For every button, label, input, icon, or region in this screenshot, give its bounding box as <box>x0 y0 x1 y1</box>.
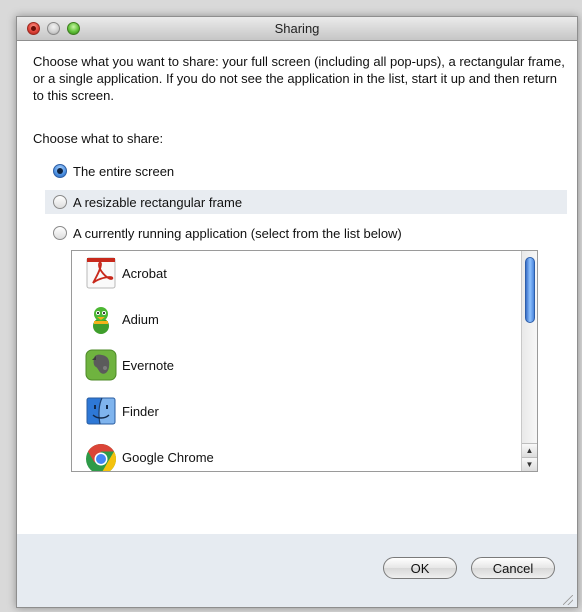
acrobat-icon <box>86 257 116 289</box>
application-name: Evernote <box>122 357 175 373</box>
instructions-text: Choose what you want to share: your full… <box>33 54 565 103</box>
title-bar[interactable]: Sharing <box>17 17 577 41</box>
choose-label: Choose what to share: <box>33 131 164 146</box>
list-item-acrobat[interactable]: Acrobat <box>84 253 167 293</box>
scroll-down-arrow-icon[interactable]: ▼ <box>522 457 537 471</box>
option-running-application[interactable]: A currently running application (select … <box>45 221 567 245</box>
list-item-finder[interactable]: Finder <box>84 391 159 431</box>
application-name: Finder <box>122 403 159 419</box>
evernote-icon <box>85 349 117 381</box>
option-label: A currently running application (select … <box>73 225 402 241</box>
option-label: A resizable rectangular frame <box>73 194 243 210</box>
radio-button-checked[interactable] <box>53 164 67 178</box>
cancel-button[interactable]: Cancel <box>471 557 555 579</box>
radio-button[interactable] <box>53 226 67 240</box>
adium-icon <box>93 307 109 334</box>
radio-button[interactable] <box>53 195 67 209</box>
scroll-up-arrow-icon[interactable]: ▲ <box>522 443 537 457</box>
chrome-icon <box>86 444 116 471</box>
resize-grip-icon[interactable] <box>563 595 573 605</box>
scroll-thumb[interactable] <box>525 257 535 323</box>
button-bar: OK Cancel <box>17 534 577 607</box>
list-item-adium[interactable]: Adium <box>84 299 159 339</box>
option-label: The entire screen <box>73 163 175 179</box>
list-item-evernote[interactable]: Evernote <box>84 345 174 385</box>
option-entire-screen[interactable]: The entire screen <box>45 159 567 183</box>
application-name: Adium <box>122 311 159 327</box>
window-title: Sharing <box>274 21 320 36</box>
option-rectangular-frame[interactable]: A resizable rectangular frame <box>45 190 567 214</box>
list-scrollbar[interactable]: ▲ ▼ <box>521 251 537 471</box>
application-name: Acrobat <box>122 265 167 281</box>
list-item-google-chrome[interactable]: Google Chrome <box>84 437 214 471</box>
application-name: Google Chrome <box>122 449 214 465</box>
ok-button[interactable]: OK <box>383 557 457 579</box>
finder-icon <box>86 397 116 425</box>
application-list[interactable]: Acrobat Adium Evernote Finder Google Chr… <box>71 250 538 472</box>
sharing-window: Sharing Choose what you want to share: y… <box>16 16 578 608</box>
